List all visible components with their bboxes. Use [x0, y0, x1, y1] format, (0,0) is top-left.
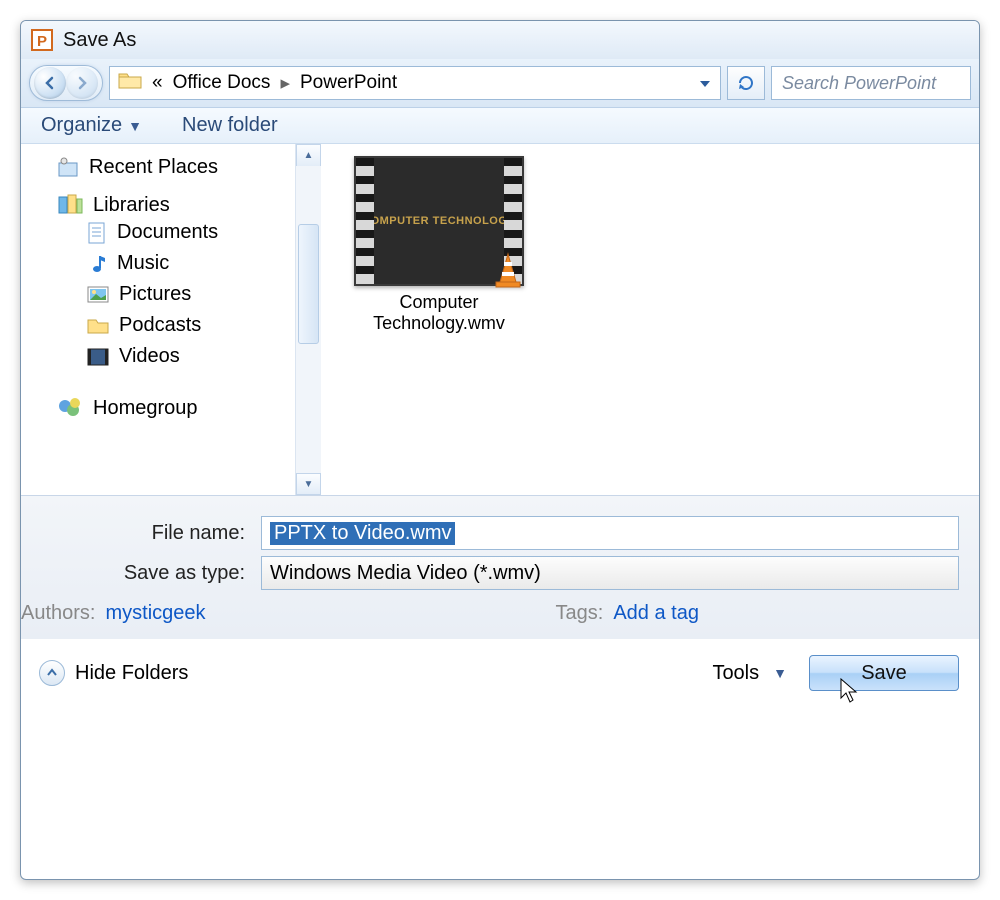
- scrollbar-thumb[interactable]: [298, 224, 319, 344]
- refresh-button[interactable]: [727, 66, 765, 100]
- organize-button[interactable]: Organize ▼: [41, 114, 142, 137]
- chevron-down-icon: ▼: [128, 118, 142, 134]
- sidebar-item-music[interactable]: Music: [21, 248, 321, 279]
- sidebar-header-libraries[interactable]: Libraries: [21, 193, 321, 217]
- recent-places-icon: [57, 157, 79, 179]
- pictures-icon: [87, 285, 109, 305]
- window-title: Save As: [63, 29, 136, 52]
- sidebar-item-label: Homegroup: [93, 397, 198, 420]
- sidebar-item-homegroup[interactable]: Homegroup: [21, 396, 321, 420]
- sidebar-item-podcasts[interactable]: Podcasts: [21, 310, 321, 341]
- save-as-type-value: Windows Media Video (*.wmv): [270, 562, 541, 585]
- music-icon: [87, 253, 107, 275]
- folder-icon: [118, 70, 142, 96]
- navbar: « Office Docs ▸ PowerPoint Search PowerP…: [21, 59, 979, 108]
- homegroup-icon: [57, 396, 83, 420]
- save-as-dialog: P Save As « Office Docs ▸ PowerPoint: [20, 20, 980, 880]
- breadcrumb-parent[interactable]: Office Docs: [173, 72, 271, 94]
- video-thumbnail-icon: OMPUTER TECHNOLOG: [354, 156, 524, 286]
- file-list[interactable]: OMPUTER TECHNOLOG Computer Technology.wm…: [321, 144, 979, 495]
- sidebar-header-label: Libraries: [93, 194, 170, 217]
- file-name-line2: Technology.wmv: [339, 313, 539, 334]
- authors-label: Authors:: [21, 602, 95, 625]
- sidebar-item-label: Documents: [117, 221, 218, 244]
- sidebar-item-label: Videos: [119, 345, 180, 368]
- scroll-down-button[interactable]: ▼: [296, 473, 321, 495]
- svg-text:P: P: [37, 33, 47, 50]
- cursor-icon: [840, 678, 860, 704]
- sidebar-scrollbar[interactable]: ▲ ▼: [295, 144, 321, 495]
- new-folder-button[interactable]: New folder: [182, 114, 278, 137]
- vlc-cone-icon: [488, 250, 528, 290]
- scroll-up-button[interactable]: ▲: [296, 144, 321, 166]
- save-label: Save: [861, 662, 907, 685]
- sidebar-item-recent-places[interactable]: Recent Places: [21, 152, 321, 183]
- tags-value[interactable]: Add a tag: [613, 602, 699, 625]
- document-icon: [87, 222, 107, 244]
- nav-buttons: [29, 65, 103, 101]
- sidebar-item-videos[interactable]: Videos: [21, 341, 321, 372]
- save-as-type-dropdown[interactable]: Windows Media Video (*.wmv): [261, 556, 959, 590]
- tags-label: Tags:: [556, 602, 604, 625]
- sidebar-item-label: Music: [117, 252, 169, 275]
- powerpoint-icon: P: [31, 29, 53, 51]
- save-button[interactable]: Save: [809, 655, 959, 691]
- sidebar-item-label: Pictures: [119, 283, 191, 306]
- search-input[interactable]: Search PowerPoint: [771, 66, 971, 100]
- footer: Hide Folders Tools ▼ Save: [21, 639, 979, 707]
- sidebar-item-label: Podcasts: [119, 314, 201, 337]
- search-placeholder: Search PowerPoint: [782, 73, 936, 94]
- thumbnail-text: OMPUTER TECHNOLOG: [371, 215, 508, 227]
- sidebar-item-label: Recent Places: [89, 156, 218, 179]
- address-bar[interactable]: « Office Docs ▸ PowerPoint: [109, 66, 721, 100]
- libraries-icon: [57, 193, 83, 217]
- body: Recent Places Libraries Documents Music: [21, 144, 979, 496]
- address-dropdown-icon[interactable]: [698, 75, 712, 97]
- tools-dropdown[interactable]: Tools ▼: [712, 662, 787, 685]
- sidebar-item-pictures[interactable]: Pictures: [21, 279, 321, 310]
- titlebar: P Save As: [21, 21, 979, 59]
- organize-label: Organize: [41, 114, 122, 137]
- chevron-up-icon: [39, 660, 65, 686]
- chevron-down-icon: ▼: [773, 665, 787, 681]
- form-area: File name: PPTX to Video.wmv Save as typ…: [21, 496, 979, 639]
- sidebar-item-documents[interactable]: Documents: [21, 217, 321, 248]
- toolbar: Organize ▼ New folder: [21, 108, 979, 144]
- filename-value: PPTX to Video.wmv: [270, 522, 455, 545]
- tools-label: Tools: [712, 662, 759, 685]
- file-item[interactable]: OMPUTER TECHNOLOG Computer Technology.wm…: [339, 156, 539, 334]
- back-button[interactable]: [34, 67, 66, 99]
- folder-icon: [87, 316, 109, 336]
- chevron-right-icon: ▸: [280, 72, 290, 95]
- nav-pane: Recent Places Libraries Documents Music: [21, 144, 321, 495]
- authors-value[interactable]: mysticgeek: [105, 602, 205, 625]
- filename-input[interactable]: PPTX to Video.wmv: [261, 516, 959, 550]
- hide-folders-label: Hide Folders: [75, 662, 188, 685]
- save-as-type-label: Save as type:: [21, 562, 261, 585]
- breadcrumb-prefix: «: [152, 72, 163, 94]
- filename-label: File name:: [21, 522, 261, 545]
- video-icon: [87, 347, 109, 367]
- breadcrumb-current[interactable]: PowerPoint: [300, 72, 397, 94]
- file-name-line1: Computer: [339, 292, 539, 313]
- hide-folders-button[interactable]: Hide Folders: [39, 660, 188, 686]
- forward-button[interactable]: [66, 67, 98, 99]
